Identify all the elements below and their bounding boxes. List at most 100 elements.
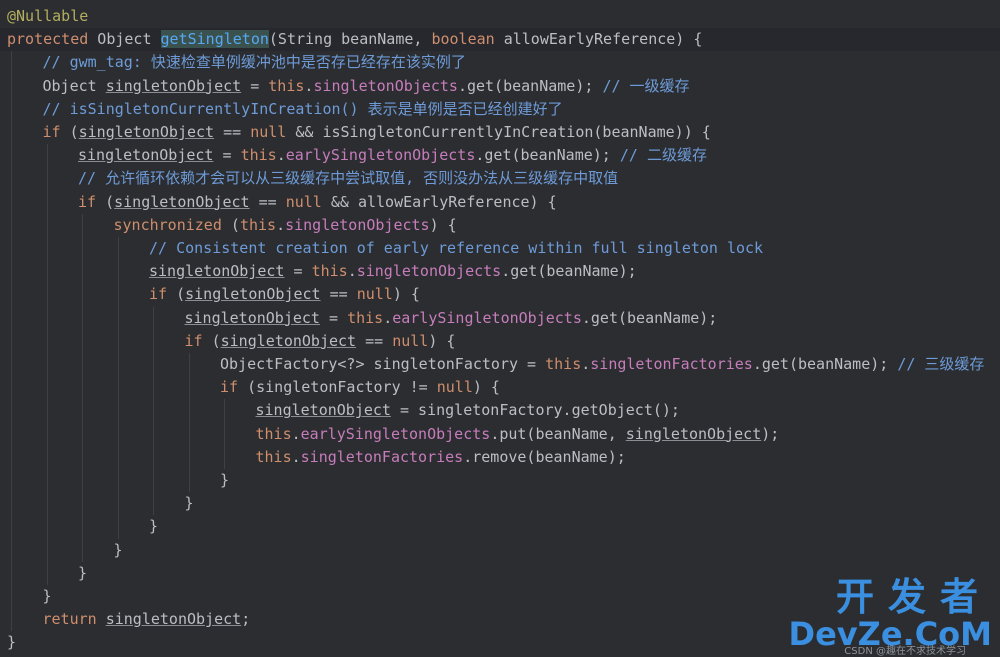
code-token: . bbox=[347, 262, 357, 281]
code-token: . bbox=[291, 447, 301, 466]
code-line[interactable]: // isSingletonCurrentlyInCreation() 表示是单… bbox=[0, 98, 1000, 121]
code-line[interactable]: } bbox=[0, 469, 1000, 492]
code-token: this bbox=[347, 308, 384, 327]
code-token: null bbox=[356, 285, 393, 304]
code-token: getSingleton bbox=[160, 30, 269, 49]
code-token: singletonFactories bbox=[590, 355, 753, 373]
code-token: . bbox=[291, 424, 301, 443]
code-token: == bbox=[214, 123, 251, 141]
code-line[interactable]: if (singletonObject == null) { bbox=[0, 330, 1000, 353]
code-token: // 二级缓存 bbox=[619, 146, 707, 165]
code-line[interactable]: this.singletonFactories.remove(beanName)… bbox=[0, 446, 1000, 469]
watermark-cn: 开发者 bbox=[835, 575, 992, 619]
code-token: ( bbox=[202, 331, 221, 350]
code-token: singletonObject bbox=[220, 331, 357, 350]
code-token: .get(beanName); bbox=[752, 355, 898, 373]
code-token: singletonObject bbox=[185, 285, 321, 304]
code-token: ( bbox=[96, 192, 115, 211]
code-token: this bbox=[240, 146, 277, 165]
code-token: // 一级缓存 bbox=[602, 76, 690, 95]
code-line[interactable]: } bbox=[0, 492, 1000, 515]
code-token: ) { bbox=[429, 215, 457, 234]
code-line[interactable]: } bbox=[0, 539, 1000, 562]
code-line[interactable]: singletonObject = singletonFactory.getOb… bbox=[0, 399, 1000, 422]
code-token: ObjectFactory<?> singletonFactory = bbox=[220, 355, 546, 373]
code-token: singletonObjects bbox=[285, 215, 430, 234]
code-token: . bbox=[581, 355, 591, 373]
code-token: .get(beanName); bbox=[581, 308, 718, 327]
code-token: } bbox=[7, 633, 17, 652]
code-line[interactable]: this.earlySingletonObjects.put(beanName,… bbox=[0, 423, 1000, 446]
code-line[interactable]: // gwm_tag: 快速检查单例缓冲池中是否存已经存在该实例了 bbox=[0, 51, 1000, 74]
code-token: earlySingletonObjects bbox=[285, 146, 476, 165]
code-token: = bbox=[319, 308, 348, 327]
code-token: .put(beanName, bbox=[490, 424, 626, 443]
code-token: this bbox=[239, 215, 277, 234]
code-token: ) { bbox=[392, 285, 420, 304]
code-line[interactable]: } bbox=[0, 515, 1000, 538]
code-token: singletonObject bbox=[78, 146, 214, 165]
code-token: singletonObject bbox=[78, 123, 215, 141]
code-token: singletonObject bbox=[255, 401, 391, 420]
code-token: == bbox=[320, 285, 357, 304]
code-line[interactable]: // 允许循环依赖才会可以从三级缓存中尝试取值, 否则没办法从三级缓存中取值 bbox=[0, 167, 1000, 190]
code-token: // 三级缓存 bbox=[897, 355, 985, 373]
code-token: singletonObject bbox=[114, 192, 250, 211]
code-token: return bbox=[42, 610, 97, 629]
code-token: if bbox=[220, 378, 239, 397]
code-line[interactable]: synchronized (this.singletonObjects) { bbox=[0, 214, 1000, 237]
code-editor[interactable]: @Nullable protected Object getSingleton(S… bbox=[0, 0, 1000, 657]
code-token: .get(beanName); bbox=[475, 146, 620, 165]
code-line[interactable]: if (singletonObject == null && allowEarl… bbox=[0, 191, 1000, 214]
code-token: ) { bbox=[428, 331, 456, 350]
code-token: earlySingletonObjects bbox=[300, 424, 491, 443]
code-token: protected bbox=[7, 30, 89, 49]
code-token: singletonObject bbox=[105, 76, 242, 95]
code-token: null bbox=[392, 331, 429, 350]
code-line[interactable]: singletonObject = this.earlySingletonObj… bbox=[0, 144, 1000, 167]
code-token: null bbox=[285, 192, 322, 211]
code-token: && allowEarlyReference) { bbox=[321, 192, 557, 211]
code-line[interactable]: Object singletonObject = this.singletonO… bbox=[0, 75, 1000, 98]
code-token: if bbox=[78, 192, 97, 211]
code-token: earlySingletonObjects bbox=[392, 308, 582, 327]
code-token: } bbox=[78, 563, 88, 582]
code-line[interactable]: if (singletonFactory != null) { bbox=[0, 376, 1000, 399]
code-token: this bbox=[311, 262, 348, 281]
code-line[interactable]: singletonObject = this.singletonObjects.… bbox=[0, 260, 1000, 283]
code-line[interactable]: ObjectFactory<?> singletonFactory = this… bbox=[0, 353, 1000, 376]
code-token: } bbox=[42, 587, 52, 605]
code-token: .remove(beanName); bbox=[463, 447, 626, 466]
code-token: (singletonFactory != bbox=[238, 378, 437, 397]
code-token: if bbox=[42, 123, 61, 141]
code-line[interactable]: singletonObject = this.earlySingletonObj… bbox=[0, 307, 1000, 330]
code-token: this bbox=[255, 447, 292, 466]
code-token: ); bbox=[761, 424, 780, 443]
code-token: singletonObjects bbox=[313, 76, 458, 95]
code-token: null bbox=[250, 123, 287, 141]
code-line[interactable]: protected Object getSingleton(String bea… bbox=[0, 28, 1000, 52]
code-token: allowEarlyReference) { bbox=[494, 30, 703, 49]
code-token: (String beanName, bbox=[268, 30, 432, 49]
code-token: if bbox=[149, 285, 168, 304]
code-token: Object bbox=[42, 76, 106, 95]
code-line[interactable]: @Nullable bbox=[0, 5, 1000, 28]
code-line[interactable]: if (singletonObject == null) { bbox=[0, 283, 1000, 306]
code-token: singletonObjects bbox=[356, 262, 502, 281]
code-token: == bbox=[356, 331, 393, 350]
code-token: } bbox=[113, 540, 123, 559]
code-line[interactable]: if (singletonObject == null && isSinglet… bbox=[0, 121, 1000, 144]
code-token: . bbox=[276, 146, 286, 165]
code-token: if bbox=[184, 331, 203, 350]
code-token: .get(beanName); bbox=[457, 76, 603, 95]
code-token: ( bbox=[167, 285, 186, 304]
code-token: null bbox=[436, 378, 473, 397]
code-token: synchronized bbox=[113, 215, 222, 234]
code-token: this bbox=[255, 424, 292, 443]
code-token: singletonObject bbox=[625, 424, 762, 443]
code-token: singletonFactories bbox=[300, 447, 464, 466]
code-line[interactable]: // Consistent creation of early referenc… bbox=[0, 237, 1000, 260]
watermark: 开发者 DevZe.CoM bbox=[789, 577, 993, 651]
code-token: ; bbox=[241, 610, 251, 629]
